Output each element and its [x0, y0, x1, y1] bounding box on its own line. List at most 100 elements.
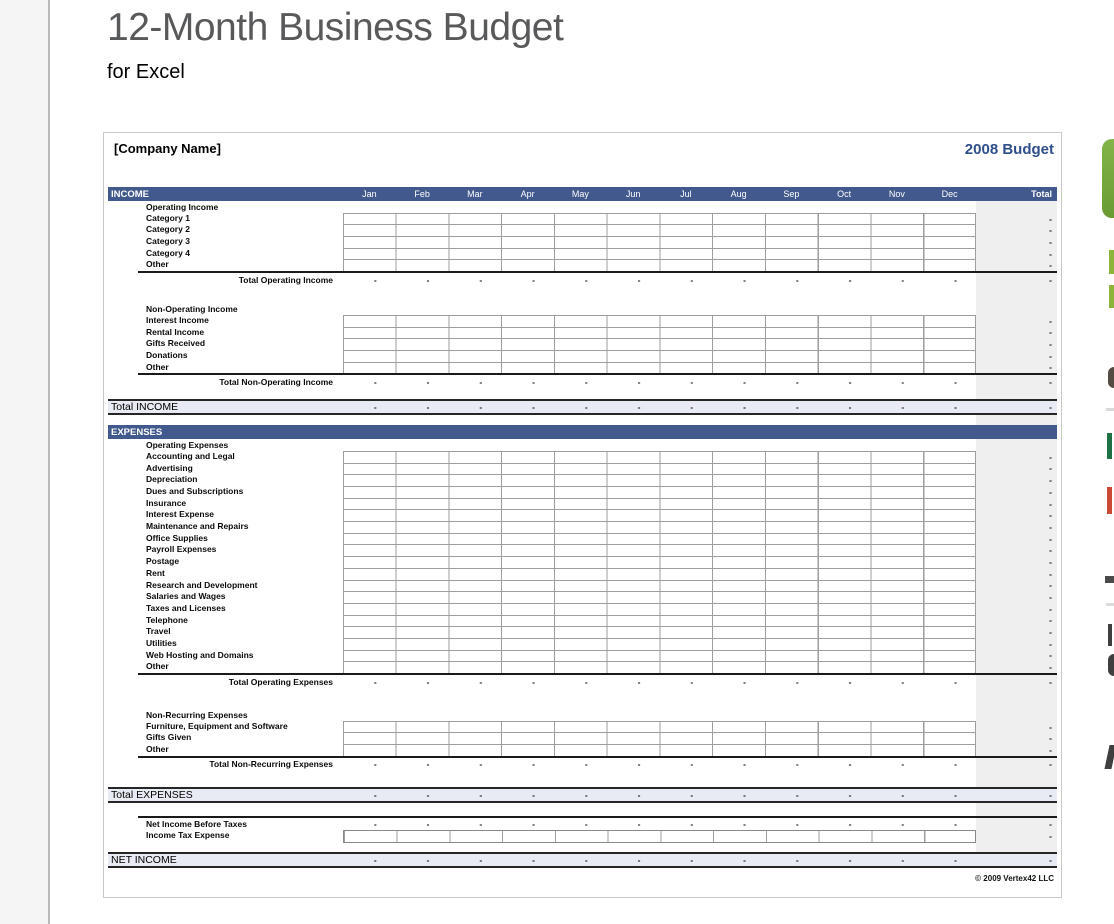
dash-value: - — [501, 790, 554, 800]
budget-line-row: Category 1 - — [108, 213, 1057, 225]
dash-value: - — [396, 819, 449, 829]
dash-value: - — [712, 855, 765, 865]
month-value-cells — [343, 615, 976, 627]
dash-value: - — [396, 855, 449, 865]
month-value-cells — [343, 556, 976, 568]
dash-value: - — [343, 402, 396, 412]
row-total-value: - — [976, 533, 1057, 545]
line-item-label: Taxes and Licenses — [108, 603, 343, 615]
divider-fragment — [1106, 408, 1114, 411]
budget-line-row: Postage - — [108, 556, 1057, 568]
month-value-cells — [343, 327, 976, 339]
month-header: Dec — [923, 189, 976, 199]
sum-values: ------------ — [343, 758, 976, 771]
dash-value: - — [712, 677, 765, 687]
month-value-cells — [343, 463, 976, 475]
page-subtitle: for Excel — [107, 61, 563, 84]
budget-line-row: Rental Income - — [108, 327, 1057, 339]
row-total-value: - — [976, 675, 1057, 688]
budget-line-row: Other - — [108, 744, 1057, 756]
dash-value: - — [818, 819, 871, 829]
budget-line-row: Advertising - — [108, 463, 1057, 475]
dash-value: - — [343, 275, 396, 285]
line-item-label: Net Income Before Taxes — [108, 819, 343, 829]
budget-line-row: Taxes and Licenses - — [108, 603, 1057, 615]
excel-file-icon-fragment[interactable] — [1107, 433, 1112, 459]
row-total-value: - — [976, 744, 1057, 756]
operating-income-header-row: Operating Income — [108, 201, 1057, 213]
green-link-fragment[interactable] — [1109, 250, 1114, 274]
budget-line-row: Donations - — [108, 350, 1057, 362]
heading-letter-fragment — [1105, 576, 1114, 583]
dash-value: - — [660, 275, 713, 285]
total-income-label: Total INCOME — [108, 401, 343, 413]
income-band-label: INCOME — [108, 189, 343, 200]
download-button-fragment[interactable] — [1102, 139, 1114, 218]
month-value-cells — [343, 650, 976, 662]
dash-value: - — [660, 759, 713, 769]
month-value-cells — [343, 236, 976, 248]
row-total-value: - — [976, 248, 1057, 260]
line-item-label: Advertising — [108, 463, 343, 475]
month-value-cells — [343, 498, 976, 510]
total-operating-expenses-row: Total Operating Expenses ------------ - — [108, 675, 1057, 688]
green-link-fragment[interactable] — [1109, 285, 1114, 308]
line-item-label: Accounting and Legal — [108, 451, 343, 463]
row-total-value: - — [976, 521, 1057, 533]
dash-value: - — [554, 819, 607, 829]
expenses-band-label: EXPENSES — [108, 427, 343, 438]
dash-value: - — [396, 790, 449, 800]
month-value-cells — [343, 533, 976, 545]
line-item-label: Furniture, Equipment and Software — [108, 721, 343, 733]
dash-value: - — [554, 275, 607, 285]
month-value-cells — [343, 591, 976, 603]
dash-value: - — [501, 377, 554, 387]
row-total-value: - — [976, 273, 1057, 286]
net-income-label: NET INCOME — [108, 854, 343, 866]
budget-line-row: Payroll Expenses - — [108, 544, 1057, 556]
budget-line-row: Category 2 - — [108, 224, 1057, 236]
row-total-value: - — [976, 830, 1057, 843]
month-value-cells — [343, 603, 976, 615]
line-item-label: Category 4 — [108, 248, 343, 260]
row-total-value: - — [976, 661, 1057, 673]
dash-value: - — [554, 677, 607, 687]
dash-value: - — [871, 819, 924, 829]
row-total-value: - — [976, 626, 1057, 638]
net-income-band: NET INCOME ------------ - — [108, 852, 1057, 868]
expenses-header-band: EXPENSES — [108, 425, 1057, 439]
row-total-value: - — [976, 375, 1057, 388]
dash-value: - — [449, 790, 502, 800]
budget-year-title: 2008 Budget — [965, 141, 1054, 158]
dash-value: - — [923, 790, 976, 800]
line-item-label: Rent — [108, 568, 343, 580]
budget-line-row: Gifts Received - — [108, 338, 1057, 350]
dash-value: - — [607, 402, 660, 412]
month-value-cells — [343, 362, 976, 374]
month-header: Aug — [712, 189, 765, 199]
sum-values: ------------ — [343, 375, 976, 388]
budget-line-row: Category 3 - — [108, 236, 1057, 248]
line-item-label: Interest Expense — [108, 509, 343, 521]
line-item-label: Category 2 — [108, 224, 343, 236]
dash-value: - — [818, 790, 871, 800]
dash-value: - — [449, 819, 502, 829]
total-column-header: Total — [976, 189, 1057, 199]
dash-value: - — [449, 275, 502, 285]
dash-value: - — [607, 275, 660, 285]
budget-line-row: Other - — [108, 259, 1057, 271]
total-non-operating-income-row: Total Non-Operating Income ------------ … — [108, 375, 1057, 388]
dash-value: - — [449, 402, 502, 412]
row-total-value: - — [976, 854, 1057, 866]
non-operating-income-header-row: Non-Operating Income — [108, 303, 1057, 315]
month-value-cells — [343, 259, 976, 271]
file-icon-fragment[interactable] — [1107, 487, 1112, 514]
row-total-value: - — [976, 509, 1057, 521]
sum-label: Total Operating Expenses — [108, 677, 343, 687]
operating-income-rows: Category 1 - Category 2 - Category 3 - — [108, 213, 1057, 271]
line-item-label: Research and Development — [108, 580, 343, 592]
company-name: [Company Name] — [114, 141, 221, 156]
budget-line-row: Office Supplies - — [108, 533, 1057, 545]
line-item-label: Gifts Received — [108, 338, 343, 350]
non-recurring-expenses-rows: Furniture, Equipment and Software - Gift… — [108, 721, 1057, 756]
